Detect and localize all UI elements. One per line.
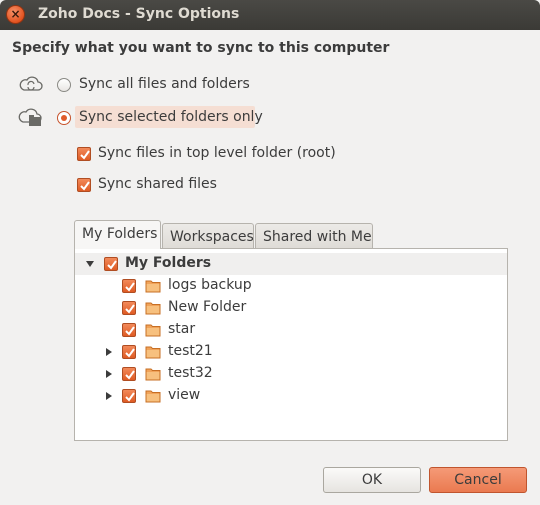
- tab-my-folders[interactable]: My Folders: [74, 220, 161, 249]
- expander-open-icon[interactable]: [85, 259, 95, 269]
- folder-label[interactable]: test32: [168, 365, 213, 381]
- tree-row[interactable]: test21: [75, 341, 507, 363]
- folder-label[interactable]: logs backup: [168, 277, 252, 293]
- tree-row[interactable]: view: [75, 385, 507, 407]
- cancel-button[interactable]: Cancel: [429, 467, 527, 493]
- title-bar: × Zoho Docs - Sync Options: [0, 0, 540, 30]
- folder-checkbox[interactable]: [122, 367, 136, 381]
- sync-shared-label[interactable]: Sync shared files: [98, 176, 217, 192]
- folder-checkbox[interactable]: [122, 279, 136, 293]
- folder-checkbox[interactable]: [122, 389, 136, 403]
- sync-all-radio[interactable]: [57, 78, 71, 92]
- tree-row[interactable]: star: [75, 319, 507, 341]
- sync-selected-label[interactable]: Sync selected folders only: [79, 109, 263, 125]
- folder-icon: [145, 346, 161, 359]
- folder-icon: [145, 302, 161, 315]
- folder-tree[interactable]: My Folders logs backup New Folder star t…: [74, 248, 508, 441]
- cloud-folder-icon: [18, 107, 44, 127]
- folder-icon: [145, 390, 161, 403]
- sync-root-label[interactable]: Sync files in top level folder (root): [98, 145, 336, 161]
- expander-closed-icon[interactable]: [104, 347, 114, 357]
- tree-row[interactable]: New Folder: [75, 297, 507, 319]
- folder-checkbox[interactable]: [122, 323, 136, 337]
- folder-icon: [145, 368, 161, 381]
- tree-row[interactable]: test32: [75, 363, 507, 385]
- window-title: Zoho Docs - Sync Options: [38, 6, 240, 22]
- folder-label[interactable]: view: [168, 387, 200, 403]
- tab-workspaces[interactable]: Workspaces: [162, 223, 254, 249]
- folder-icon: [145, 280, 161, 293]
- dialog-body: Specify what you want to sync to this co…: [0, 30, 540, 505]
- dialog-heading: Specify what you want to sync to this co…: [12, 40, 390, 56]
- sync-all-label[interactable]: Sync all files and folders: [79, 76, 250, 92]
- sync-shared-checkbox[interactable]: [77, 178, 91, 192]
- folder-label[interactable]: star: [168, 321, 195, 337]
- tab-shared-with-me[interactable]: Shared with Me: [255, 223, 373, 249]
- folder-icon: [145, 324, 161, 337]
- folder-checkbox[interactable]: [122, 345, 136, 359]
- tree-root-checkbox[interactable]: [104, 257, 118, 271]
- tree-row[interactable]: logs backup: [75, 275, 507, 297]
- tree-row-root[interactable]: My Folders: [75, 253, 507, 275]
- folder-checkbox[interactable]: [122, 301, 136, 315]
- close-button[interactable]: ×: [6, 5, 25, 24]
- expander-closed-icon[interactable]: [104, 391, 114, 401]
- folder-label[interactable]: New Folder: [168, 299, 246, 315]
- cloud-sync-icon: [18, 74, 44, 94]
- sync-root-checkbox[interactable]: [77, 147, 91, 161]
- folder-label[interactable]: test21: [168, 343, 213, 359]
- ok-button[interactable]: OK: [323, 467, 421, 493]
- sync-selected-radio[interactable]: [57, 111, 71, 125]
- tree-root-label[interactable]: My Folders: [125, 255, 211, 271]
- expander-closed-icon[interactable]: [104, 369, 114, 379]
